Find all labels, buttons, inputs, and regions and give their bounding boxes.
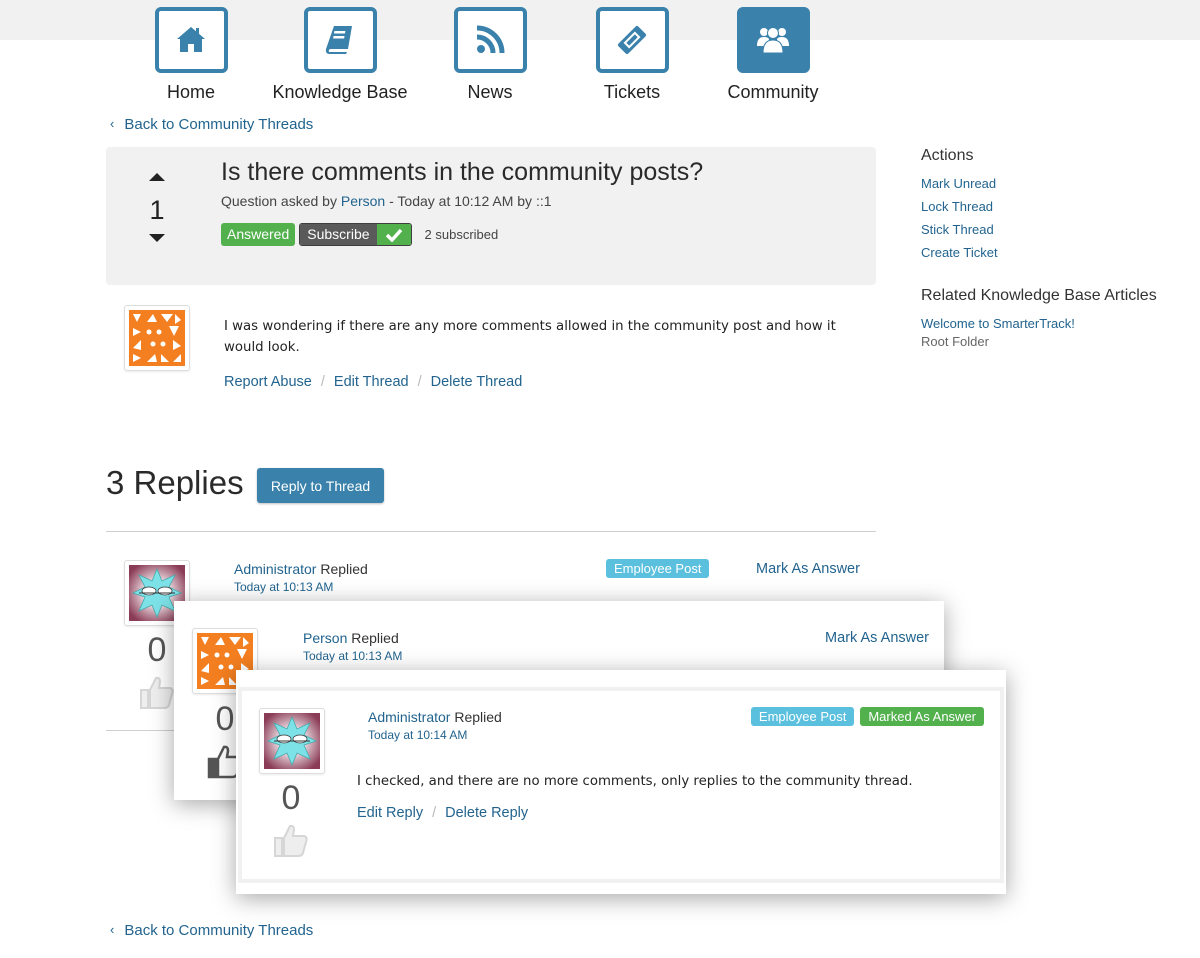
- nav-tickets[interactable]: Tickets: [557, 7, 707, 103]
- stick-thread-link[interactable]: Stick Thread: [921, 222, 1181, 237]
- reply-author-link[interactable]: Person: [303, 630, 347, 646]
- employee-post-badge: Employee Post: [606, 559, 710, 578]
- subscribed-count: 2 subscribed: [424, 227, 499, 242]
- upvote-icon[interactable]: [149, 173, 165, 181]
- check-icon: [376, 224, 411, 245]
- reply-author-line: Person Replied: [303, 630, 402, 646]
- reply-verb: Replied: [320, 561, 368, 577]
- back-link-label: Back to Community Threads: [124, 922, 314, 939]
- question-title: Is there comments in the community posts…: [221, 158, 704, 186]
- avatar[interactable]: [124, 305, 190, 371]
- meta-suffix: - Today at 10:12 AM by ::1: [389, 193, 552, 209]
- question-meta: Question asked by Person - Today at 10:1…: [221, 193, 552, 209]
- reply-3-card: 0 Administrator Replied Today at 10:14 A…: [236, 670, 1006, 894]
- users-icon: [757, 27, 789, 54]
- reply-verb: Replied: [351, 630, 399, 646]
- nav-label: Home: [166, 82, 215, 102]
- question-actions: Report Abuse / Edit Thread / Delete Thread: [224, 374, 522, 390]
- reply-1-header: Administrator Replied Today at 10:13 AM: [234, 561, 368, 594]
- delete-thread-link[interactable]: Delete Thread: [431, 374, 523, 390]
- nav-news-tile: [453, 7, 527, 73]
- reply-time: Today at 10:13 AM: [234, 580, 334, 594]
- mark-unread-link[interactable]: Mark Unread: [921, 176, 1181, 191]
- related-article-folder: Root Folder: [921, 334, 989, 349]
- person-identicon-icon: [129, 310, 185, 366]
- reply-verb: Replied: [454, 709, 502, 725]
- subscribe-button[interactable]: Subscribe: [299, 223, 412, 246]
- book-icon: [325, 26, 352, 54]
- divider: [106, 531, 876, 532]
- reply-2-header: Person Replied Today at 10:13 AM: [303, 630, 402, 663]
- actions-heading: Actions: [921, 147, 974, 164]
- mark-as-answer-link[interactable]: Mark As Answer: [825, 630, 929, 646]
- reply-3-actions: Edit Reply / Delete Reply: [357, 805, 528, 821]
- chevron-left-icon: ‹: [110, 922, 115, 937]
- reply-author-link[interactable]: Administrator: [368, 709, 450, 725]
- vote-count: 0: [281, 779, 301, 817]
- reply-time: Today at 10:14 AM: [368, 728, 468, 742]
- employee-post-badge: Employee Post: [750, 707, 855, 726]
- reply-3-votes: 0: [266, 780, 316, 865]
- downvote-icon[interactable]: [149, 234, 165, 242]
- nav-community-tile: [736, 7, 810, 73]
- lock-thread-link[interactable]: Lock Thread: [921, 199, 1181, 214]
- nav-kb-tile: [303, 7, 377, 73]
- admin-identicon-icon: [264, 713, 320, 769]
- reply-author-link[interactable]: Administrator: [234, 561, 316, 577]
- separator: /: [320, 374, 325, 390]
- back-to-threads-link[interactable]: ‹ Back to Community Threads: [110, 116, 313, 133]
- reply-author-line: Administrator Replied: [234, 561, 368, 577]
- reply-3-header: Administrator Replied Today at 10:14 AM: [368, 709, 502, 742]
- nav-home-tile: [154, 7, 228, 73]
- meta-prefix: Question asked by: [221, 193, 337, 209]
- edit-reply-link[interactable]: Edit Reply: [357, 805, 423, 821]
- sidebar: Actions Mark Unread Lock Thread Stick Th…: [921, 147, 1181, 349]
- nav-tickets-tile: [595, 7, 669, 73]
- delete-reply-link[interactable]: Delete Reply: [445, 805, 528, 821]
- nav-label: Community: [727, 82, 819, 102]
- rss-icon: [476, 25, 505, 54]
- chevron-left-icon: ‹: [110, 116, 115, 131]
- answered-badge: Answered: [221, 223, 296, 246]
- related-article-link[interactable]: Welcome to SmarterTrack!: [921, 316, 1181, 331]
- separator: /: [432, 805, 437, 821]
- main-nav: Home Knowledge Base News Tickets Communi…: [0, 7, 900, 107]
- question-body: I was wondering if there are any more co…: [224, 319, 836, 355]
- reply-time: Today at 10:13 AM: [303, 649, 403, 663]
- edit-thread-link[interactable]: Edit Thread: [334, 374, 409, 390]
- reply-3-badges: Employee Post Marked As Answer: [750, 707, 984, 726]
- nav-community[interactable]: Community: [698, 7, 848, 103]
- reply-author-line: Administrator Replied: [368, 709, 502, 725]
- back-link-label: Back to Community Threads: [124, 116, 314, 133]
- nav-knowledge-base[interactable]: Knowledge Base: [265, 7, 415, 103]
- vote-count: 1: [149, 195, 165, 225]
- question-author-link[interactable]: Person: [341, 193, 385, 209]
- thumbs-up-icon[interactable]: [271, 820, 311, 860]
- report-abuse-link[interactable]: Report Abuse: [224, 374, 312, 390]
- related-heading: Related Knowledge Base Articles: [921, 287, 1157, 304]
- marked-as-answer-badge: Marked As Answer: [860, 707, 984, 726]
- create-ticket-link[interactable]: Create Ticket: [921, 245, 1181, 260]
- nav-label: Knowledge Base: [272, 82, 408, 102]
- question-badges: Answered Subscribe 2 subscribed: [221, 223, 498, 246]
- reply-to-thread-button[interactable]: Reply to Thread: [257, 468, 384, 503]
- nav-label: News: [467, 82, 513, 102]
- home-icon: [177, 27, 205, 52]
- question-vote: 1: [142, 167, 172, 242]
- separator: /: [417, 374, 422, 390]
- back-to-threads-link-bottom[interactable]: ‹ Back to Community Threads: [110, 922, 313, 939]
- nav-news[interactable]: News: [415, 7, 565, 103]
- question-panel: 1 Is there comments in the community pos…: [106, 147, 876, 285]
- thumbs-up-icon[interactable]: [137, 672, 177, 712]
- reply-3-body: I checked, and there are no more comment…: [357, 774, 913, 789]
- nav-label: Tickets: [603, 82, 661, 102]
- subscribe-label: Subscribe: [300, 224, 377, 245]
- mark-as-answer-link[interactable]: Mark As Answer: [756, 561, 860, 577]
- avatar[interactable]: [259, 708, 325, 774]
- nav-home[interactable]: Home: [116, 7, 266, 103]
- ticket-icon: [617, 25, 647, 55]
- replies-heading: 3 Replies: [106, 464, 244, 501]
